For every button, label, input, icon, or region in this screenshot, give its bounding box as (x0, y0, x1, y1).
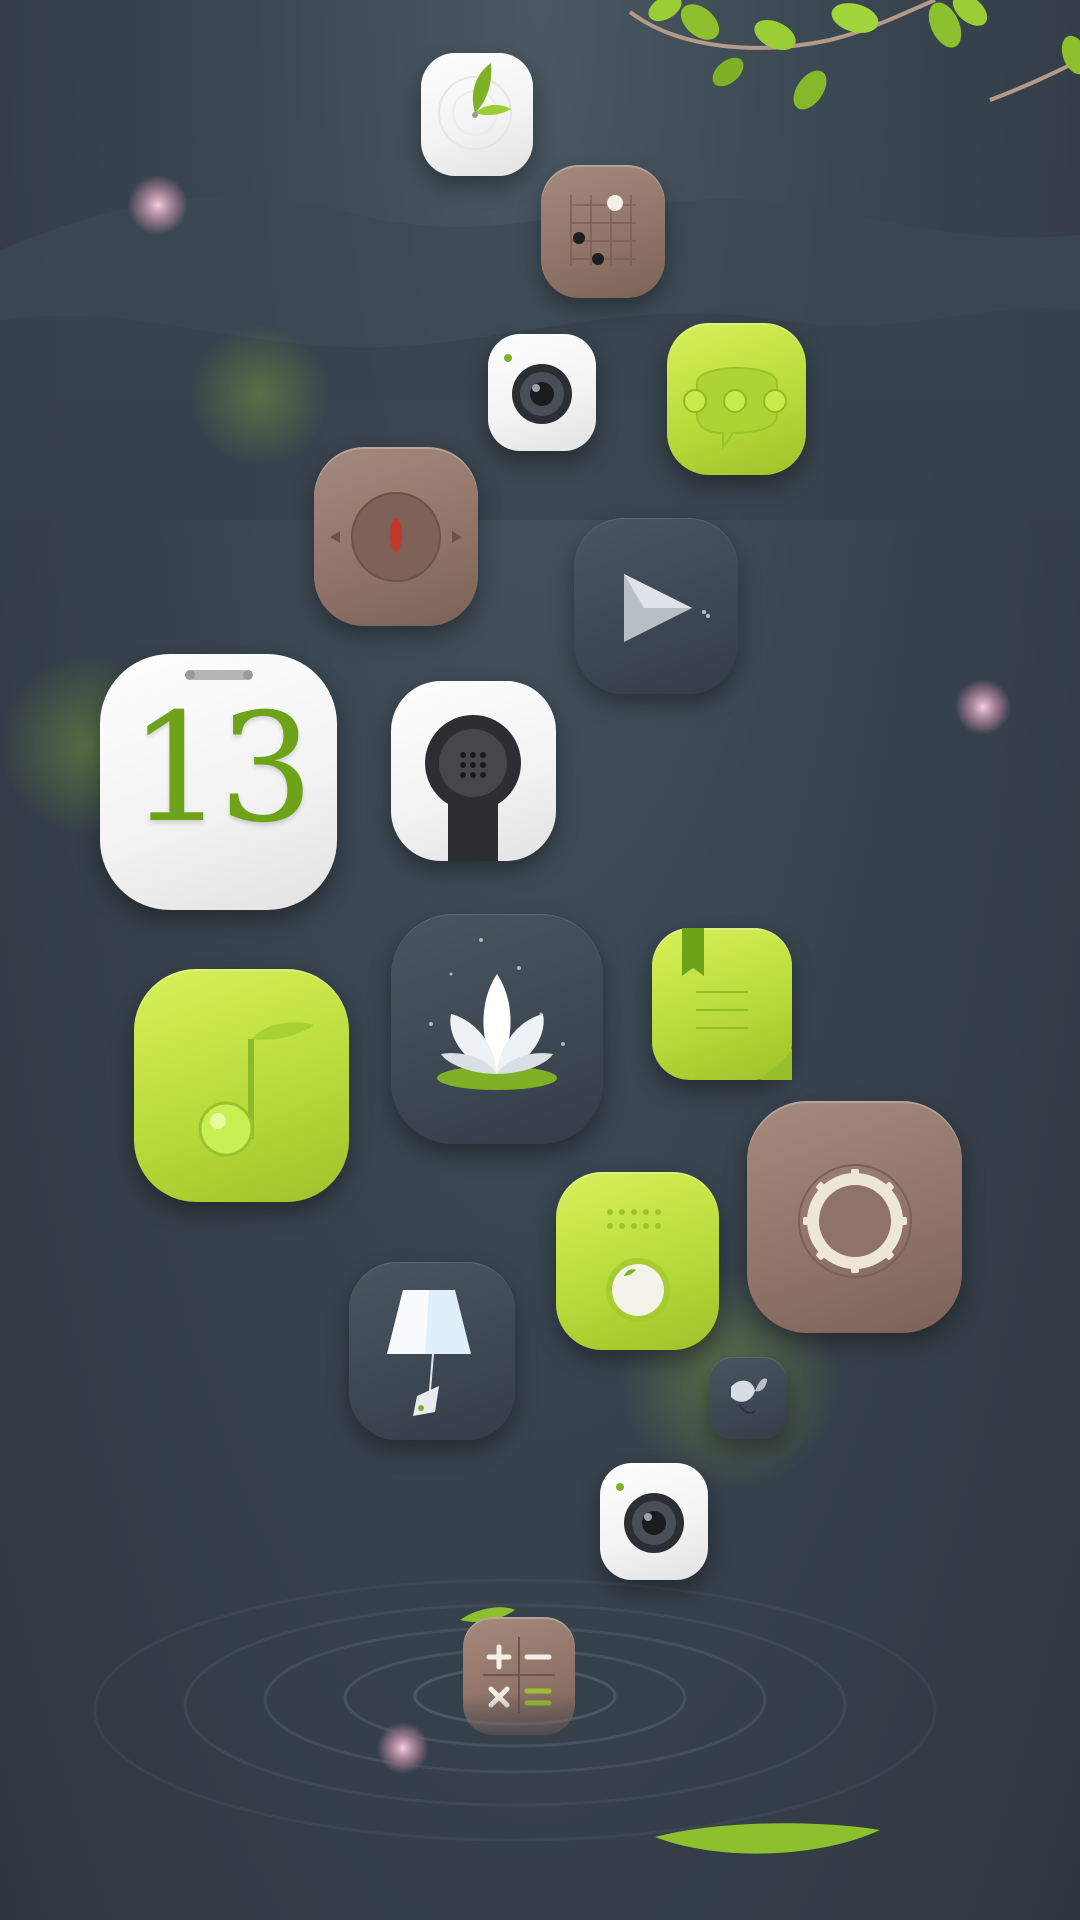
messages-icon[interactable] (667, 323, 806, 475)
lamp-icon[interactable] (349, 1262, 515, 1440)
calendar-day: 13 (129, 682, 314, 856)
branch (628, 0, 1080, 110)
safe-dial-icon[interactable] (747, 1101, 962, 1333)
music-note-icon[interactable] (134, 969, 349, 1202)
lotus-icon[interactable] (391, 914, 603, 1144)
camera-secondary-icon[interactable] (600, 1463, 708, 1580)
phone-icon[interactable] (391, 681, 556, 861)
pink-blossom-glow (955, 679, 1011, 735)
compass-icon[interactable] (314, 447, 478, 626)
green-glow (190, 325, 330, 465)
go-board-icon[interactable] (541, 165, 665, 298)
radio-icon[interactable] (556, 1172, 719, 1350)
video-player-icon[interactable] (574, 518, 738, 694)
pink-blossom-glow (128, 175, 188, 235)
tea-leaf-icon[interactable] (421, 53, 533, 176)
calendar-icon[interactable]: 13 (100, 654, 337, 910)
notes-icon[interactable] (652, 928, 792, 1080)
camera-icon[interactable] (488, 334, 596, 451)
butterfly-icon[interactable] (709, 1357, 787, 1439)
calculator-icon[interactable] (463, 1617, 575, 1735)
